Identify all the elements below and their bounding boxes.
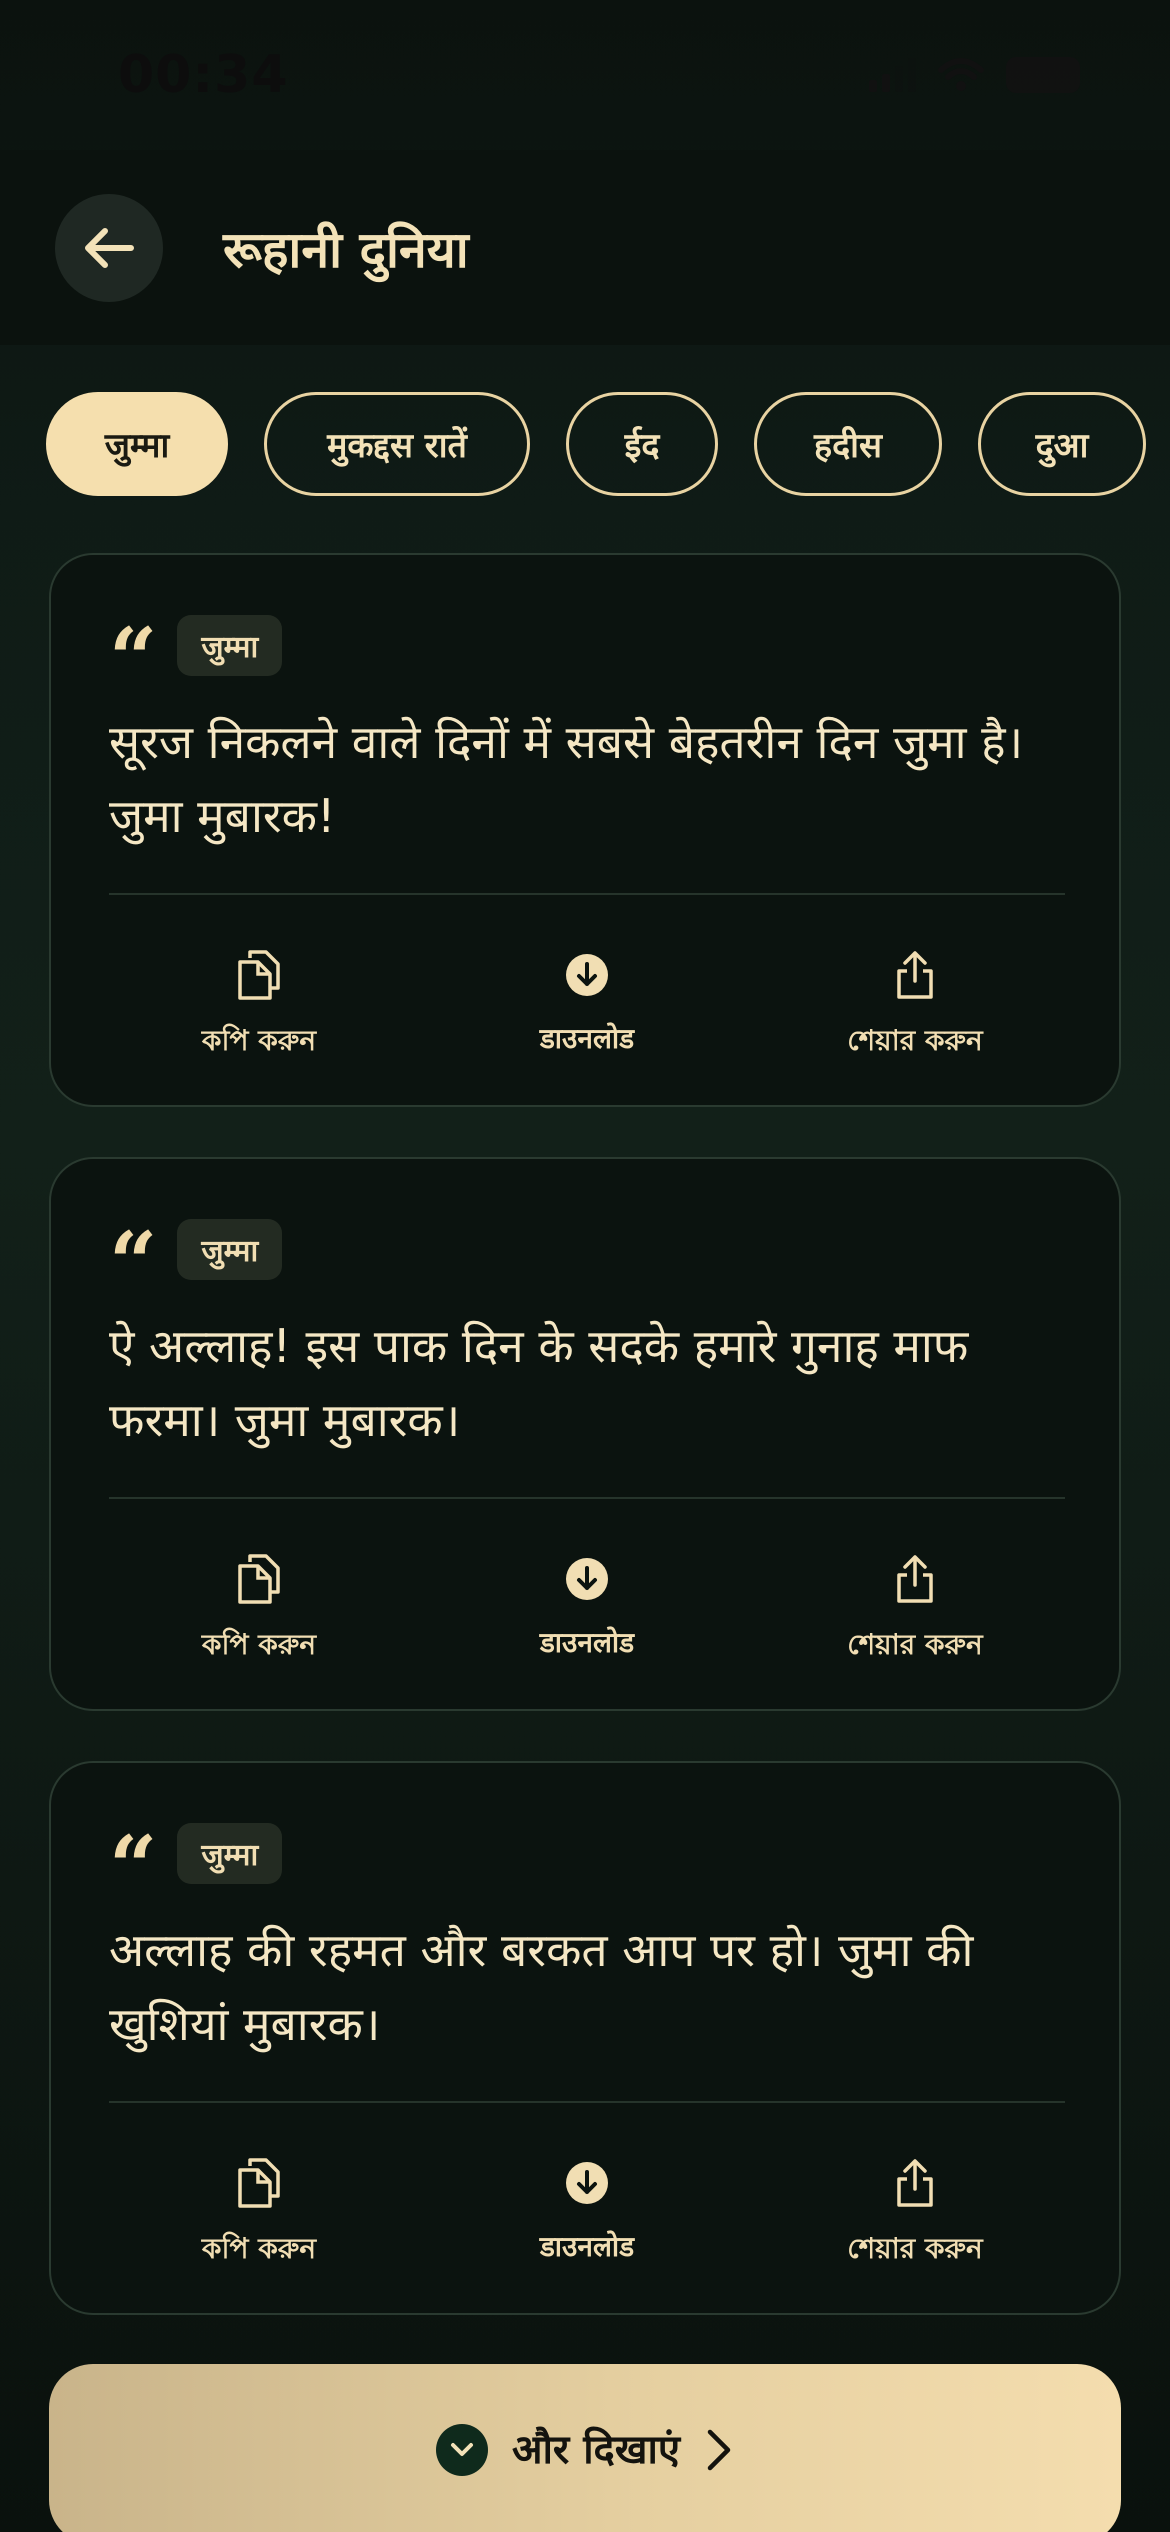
download-button[interactable]: डाउनलोड [437, 945, 737, 1066]
download-icon [564, 2153, 610, 2213]
download-button[interactable]: डाउनलोड [437, 1549, 737, 1670]
copy-icon [236, 1549, 282, 1609]
card-header: “ जुम्मा [109, 609, 283, 708]
share-label: শেয়ার করুন [847, 2232, 983, 2265]
share-button[interactable]: শেয়ার করুন [765, 2153, 1065, 2274]
chevron-right-icon [707, 2429, 731, 2471]
share-icon [893, 2153, 937, 2213]
divider [109, 893, 1065, 895]
copy-label: কপি করুন [201, 1628, 317, 1661]
divider [109, 2101, 1065, 2103]
wifi-icon [938, 58, 984, 91]
app-header: रूहानी दुनिया [0, 150, 1170, 345]
copy-icon [236, 2153, 282, 2213]
show-more-label: और दिखाएं [511, 2427, 680, 2473]
quote-icon: “ [109, 1817, 158, 1916]
card-actions: কপি করুন डाउनलोड শেয়ার করুন [109, 945, 1065, 1066]
page-title: रूहानी दुनिया [223, 220, 469, 279]
download-button[interactable]: डाउनलोड [437, 2153, 737, 2274]
copy-label: কপি করুন [201, 2232, 317, 2265]
tab-hadees[interactable]: हदीस [754, 392, 942, 496]
download-label: डाउनलोड [539, 1626, 635, 1659]
download-icon [564, 945, 610, 1005]
quote-card: “ जुम्मा अल्लाह की रहमत और बरकत आप पर हो… [49, 1761, 1121, 2315]
quote-text: अल्लाह की रहमत और बरकत आप पर हो। जुमा की… [109, 1923, 974, 2051]
battery-icon [1006, 57, 1080, 93]
share-button[interactable]: শেয়ার করুন [765, 1549, 1065, 1670]
copy-button[interactable]: কপি করুন [109, 2153, 409, 2274]
download-label: डाउनलोड [539, 2230, 635, 2263]
status-time: 00:34 [118, 45, 289, 105]
quote-icon: “ [109, 1213, 158, 1312]
quote-text: ऐ अल्लाह! इस पाक दिन के सदके हमारे गुनाह… [109, 1319, 969, 1447]
category-tabs: जुम्मा मुकद्दस रातें ईद हदीस दुआ [46, 392, 1170, 496]
quote-card: “ जुम्मा ऐ अल्लाह! इस पाक दिन के सदके हम… [49, 1157, 1121, 1711]
share-icon [893, 1549, 937, 1609]
category-tag: जुम्मा [177, 614, 283, 676]
share-label: শেয়ার করুন [847, 1628, 983, 1661]
status-bar: 00:34 [0, 0, 1170, 150]
share-button[interactable]: শেয়ার করুন [765, 945, 1065, 1066]
cellular-signal-icon [869, 58, 916, 92]
quote-icon: “ [109, 609, 158, 708]
arrow-left-icon [85, 227, 134, 268]
show-more-button[interactable]: और दिखाएं [49, 2364, 1121, 2532]
status-icons [869, 57, 1080, 93]
download-label: डाउनलोड [539, 1022, 635, 1055]
tab-mukaddas-raatein[interactable]: मुकद्दस रातें [264, 392, 530, 496]
share-icon [893, 945, 937, 1005]
card-actions: কপি করুন डाउनलोड শেয়ার করুন [109, 2153, 1065, 2274]
copy-button[interactable]: কপি করুন [109, 945, 409, 1066]
tab-eid[interactable]: ईद [566, 392, 718, 496]
card-header: “ जुम्मा [109, 1817, 283, 1916]
category-tag: जुम्मा [177, 1822, 283, 1884]
quote-card: “ जुम्मा सूरज निकलने वाले दिनों में सबसे… [49, 553, 1121, 1107]
tab-dua[interactable]: दुआ [978, 392, 1146, 496]
divider [109, 1497, 1065, 1499]
chevron-down-circle-icon [435, 2424, 488, 2476]
download-icon [564, 1549, 610, 1609]
tab-jumma[interactable]: जुम्मा [46, 392, 228, 496]
back-button[interactable] [55, 193, 163, 302]
share-label: শেয়ার করুন [847, 1024, 983, 1057]
quote-text: सूरज निकलने वाले दिनों में सबसे बेहतरीन … [109, 715, 1024, 843]
card-actions: কপি করুন डाउनलोड শেয়ার করুন [109, 1549, 1065, 1670]
category-tag: जुम्मा [177, 1218, 283, 1280]
copy-button[interactable]: কপি করুন [109, 1549, 409, 1670]
copy-label: কপি করুন [201, 1024, 317, 1057]
card-header: “ जुम्मा [109, 1213, 283, 1312]
copy-icon [236, 945, 282, 1005]
